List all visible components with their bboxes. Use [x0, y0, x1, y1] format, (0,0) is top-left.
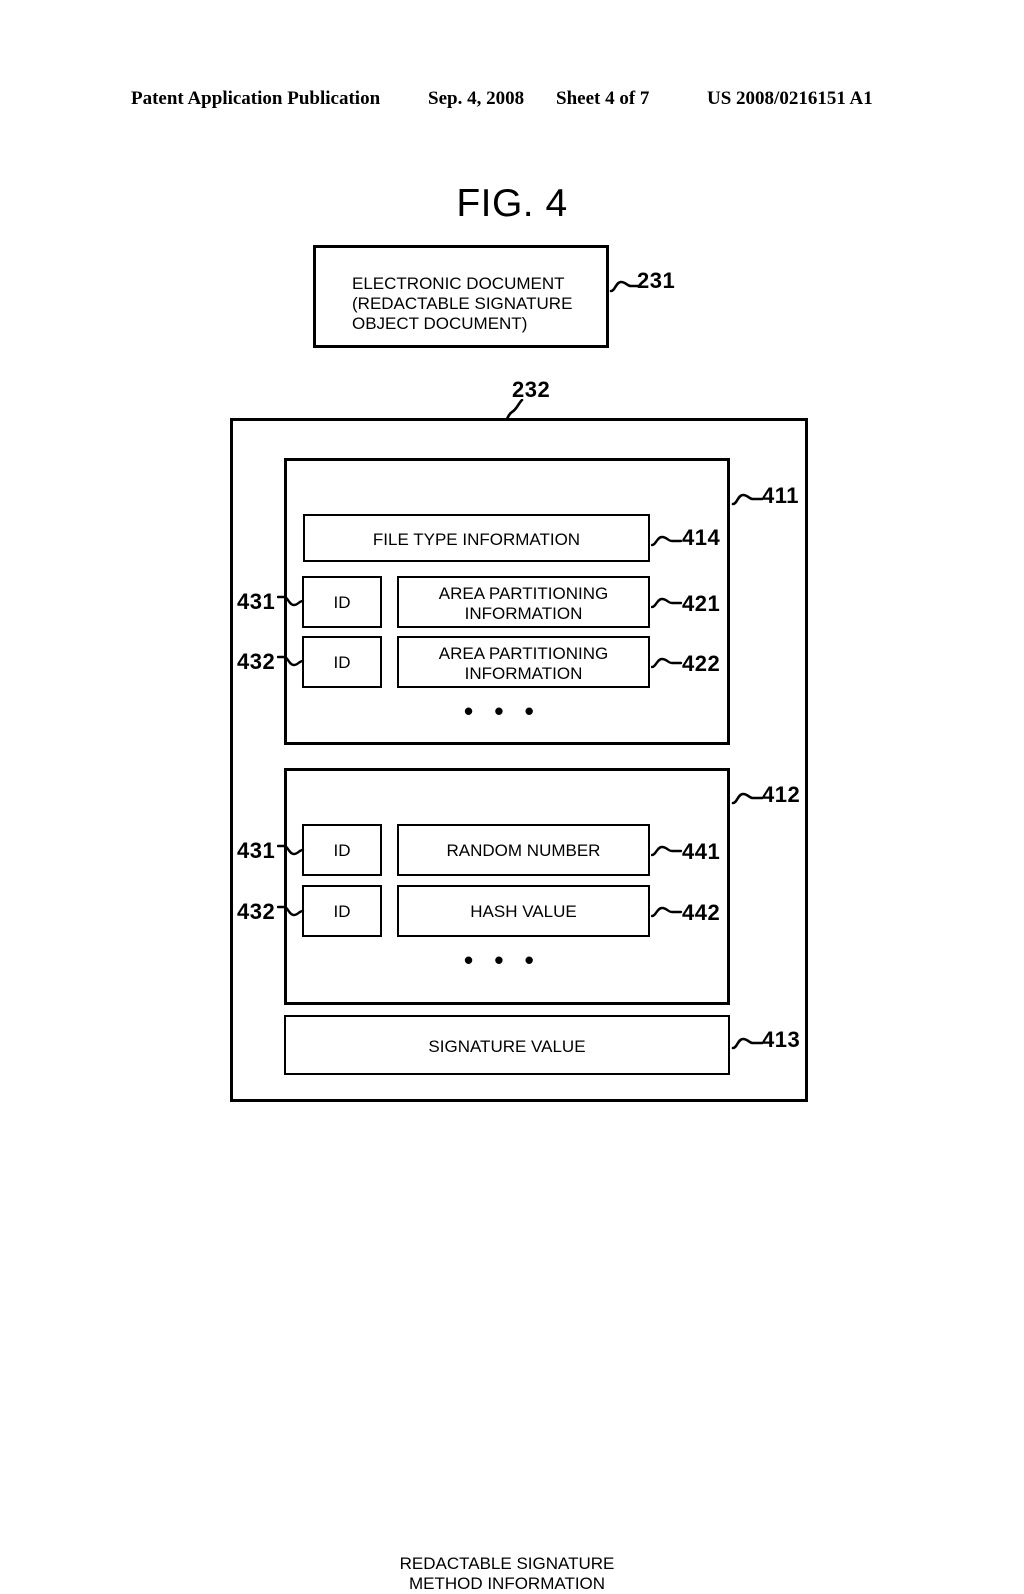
figure-title: FIG. 4: [456, 182, 568, 225]
leader-line-413: [731, 1037, 764, 1050]
reference-numeral-432-structure: 432: [237, 649, 276, 674]
leader-line-421: [651, 597, 683, 609]
publication-date: Sep. 4, 2008: [428, 88, 525, 109]
id-box: ID: [302, 885, 382, 937]
random-number-box: RANDOM NUMBER: [397, 824, 650, 876]
id-label: ID: [333, 902, 351, 921]
ellipsis-structure-rows: • • •: [464, 696, 541, 726]
ellipsis-method-rows: • • •: [464, 945, 541, 975]
reference-numeral-411: 411: [762, 483, 799, 508]
area-partitioning-information-box: AREA PARTITIONING INFORMATION: [397, 636, 650, 688]
method-information-label: REDACTABLE SIGNATURE METHOD INFORMATION: [399, 1554, 615, 1593]
reference-numeral-431-structure: 431: [237, 589, 276, 614]
leader-line-414: [651, 535, 683, 547]
id-label: ID: [333, 593, 351, 612]
id-label: ID: [333, 841, 351, 860]
reference-numeral-421: 421: [682, 591, 721, 616]
id-box: ID: [302, 824, 382, 876]
hash-value-label: HASH VALUE: [470, 902, 577, 921]
sheet-number: Sheet 4 of 7: [556, 88, 650, 109]
reference-numeral-442: 442: [682, 900, 721, 925]
area-partitioning-information-label: AREA PARTITIONING INFORMATION: [438, 644, 609, 683]
file-type-information-label: FILE TYPE INFORMATION: [372, 530, 581, 549]
leader-line-422: [651, 657, 683, 669]
leader-line-412: [731, 792, 764, 805]
reference-numeral-414: 414: [682, 525, 721, 550]
leader-line-431-structure: [277, 595, 305, 607]
signature-value-label: SIGNATURE VALUE: [428, 1037, 586, 1056]
patent-number: US 2008/0216151 A1: [707, 88, 873, 109]
leader-line-432-structure: [277, 655, 305, 667]
hash-value-box: HASH VALUE: [397, 885, 650, 937]
reference-numeral-432-method: 432: [237, 899, 276, 924]
signature-value-box: SIGNATURE VALUE: [284, 1015, 730, 1075]
leader-line-432-method: [277, 905, 305, 917]
reference-numeral-231: 231: [637, 268, 676, 293]
reference-numeral-422: 422: [682, 651, 721, 676]
reference-numeral-441: 441: [682, 839, 721, 864]
reference-numeral-413: 413: [762, 1027, 801, 1052]
id-label: ID: [333, 653, 351, 672]
id-box: ID: [302, 576, 382, 628]
leader-line-442: [651, 906, 683, 918]
leader-line-431-method: [277, 844, 305, 856]
publication-label: Patent Application Publication: [131, 88, 381, 109]
random-number-label: RANDOM NUMBER: [446, 841, 601, 860]
reference-numeral-412: 412: [762, 782, 801, 807]
area-partitioning-information-box: AREA PARTITIONING INFORMATION: [397, 576, 650, 628]
reference-numeral-431-method: 431: [237, 838, 276, 863]
page-header: Patent Application Publication Sep. 4, 2…: [0, 86, 1024, 112]
electronic-document-label: ELECTRONIC DOCUMENT (REDACTABLE SIGNATUR…: [352, 274, 573, 333]
leader-line-411: [731, 493, 764, 506]
electronic-document-box: ELECTRONIC DOCUMENT (REDACTABLE SIGNATUR…: [313, 245, 609, 348]
file-type-information-box: FILE TYPE INFORMATION: [303, 514, 650, 562]
area-partitioning-information-label: AREA PARTITIONING INFORMATION: [438, 584, 609, 623]
id-box: ID: [302, 636, 382, 688]
leader-line-441: [651, 845, 683, 857]
